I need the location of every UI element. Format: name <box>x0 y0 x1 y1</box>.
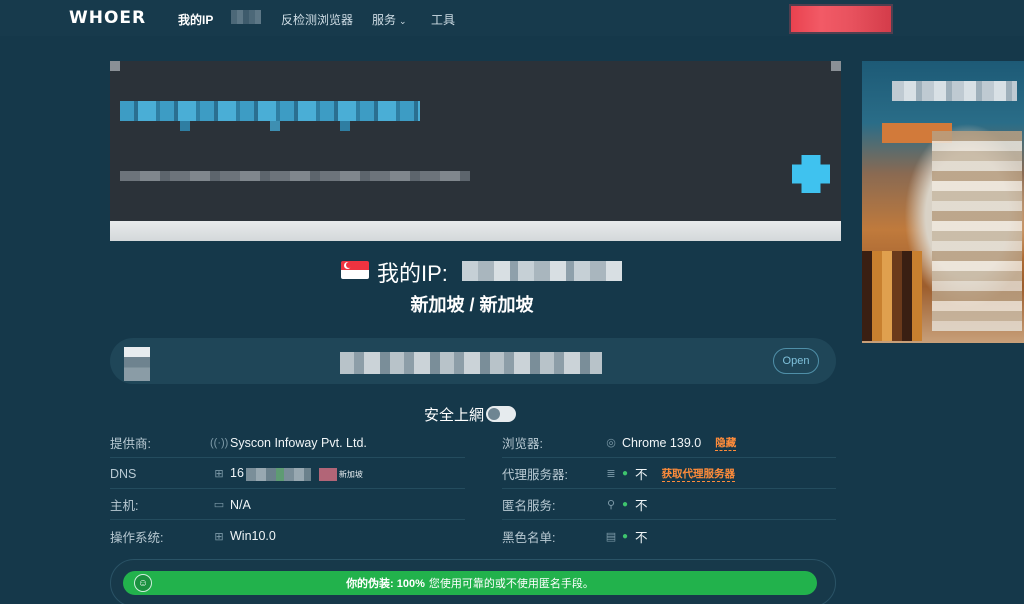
info-key: DNS <box>110 466 137 481</box>
info-value: 不 <box>635 468 648 482</box>
nav-item-my-ip[interactable]: 我的IP <box>178 11 213 28</box>
info-key: 代理服务器: <box>502 468 568 482</box>
info-key: 主机: <box>110 499 139 513</box>
info-key: 黑色名单: <box>502 530 556 545</box>
toggle-knob <box>488 408 500 420</box>
disguise-message: 您使用可靠的或不使用匿名手段。 <box>428 578 594 590</box>
banner-subtitle-redacted <box>120 171 470 181</box>
info-value: Syscon Infoway Pvt. Ltd. <box>230 435 367 450</box>
broadcast-icon: ((·)) <box>210 436 229 449</box>
info-key: 操作系统: <box>110 530 164 545</box>
get-proxy-link[interactable]: 获取代理服务器 <box>661 466 736 482</box>
banner-title-redacted <box>120 121 420 131</box>
info-row-proxy: 代理服务器: ≣ ● 不 获取代理服务器 <box>502 459 836 489</box>
info-row-os: 操作系统: ⊞ Win10.0 <box>110 521 465 551</box>
dns-redacted <box>318 467 337 481</box>
ip-address-redacted <box>462 261 622 281</box>
status-dot-green: ● <box>622 530 629 542</box>
list-icon: ▤ <box>605 530 617 543</box>
ip-label: 我的IP: <box>377 261 448 286</box>
user-icon: ⚲ <box>606 499 616 511</box>
dns-redacted <box>245 467 311 481</box>
info-row-blacklist: 黑色名单: ▤ ● 不 <box>502 521 836 551</box>
banner-footer-strip <box>110 221 841 241</box>
status-dot-green: ● <box>622 468 629 479</box>
nav-item-antidetect-browser[interactable]: 反检测浏览器 <box>281 11 353 28</box>
singapore-flag-icon <box>341 261 369 279</box>
info-row-anonymizer: 匿名服务: ⚲ ● 不 <box>502 490 836 520</box>
windows-icon: ⊞ <box>214 530 224 543</box>
hide-link[interactable]: 隐藏 <box>715 435 737 451</box>
nav-item-services-label: 服务 <box>372 13 397 27</box>
info-row-browser: 浏览器: ◎ Chrome 139.0 隐藏 <box>502 428 836 458</box>
info-value: N/A <box>230 497 251 512</box>
database-icon: ≣ <box>606 468 616 480</box>
ip-location: 新加坡 / 新加坡 <box>410 295 534 315</box>
nav-item-tools[interactable]: 工具 <box>431 11 455 28</box>
info-key: 提供商: <box>110 437 151 451</box>
banner-title-redacted <box>120 101 420 121</box>
banner-corner <box>831 61 841 71</box>
chrome-icon: ◎ <box>606 437 616 449</box>
info-row-dns: DNS ⊞ 16 新加坡 <box>110 459 465 489</box>
info-value: 16 新加坡 <box>230 466 363 481</box>
nav-item-redacted[interactable] <box>231 10 261 24</box>
logo[interactable]: WHOER <box>69 8 146 28</box>
dns-prefix: 16 <box>230 466 244 481</box>
open-button[interactable]: Open <box>773 348 819 374</box>
safe-browsing-label: 安全上網 <box>424 407 485 424</box>
address-bar: Open <box>110 338 836 384</box>
address-icon-redacted <box>124 347 150 381</box>
address-text-redacted <box>340 352 602 374</box>
disguise-status-bar: ☺ 你的伪装: 100% 您使用可靠的或不使用匿名手段。 <box>123 571 817 595</box>
side-ad-title-redacted <box>892 81 1017 101</box>
top-nav: WHOER 我的IP 反检测浏览器 服务 ⌄ 工具 <box>0 0 1024 36</box>
info-value: Win10.0 <box>230 529 276 543</box>
info-row-host: 主机: ▭ N/A <box>110 490 465 520</box>
info-key: 浏览器: <box>502 437 543 451</box>
nav-item-services[interactable]: 服务 ⌄ <box>372 11 407 28</box>
safe-browsing-toggle[interactable] <box>486 406 516 422</box>
banner-ad[interactable] <box>110 61 841 241</box>
dns-country: 新加坡 <box>338 470 363 480</box>
nav-cta-button-redacted[interactable] <box>791 6 891 32</box>
chevron-down-icon: ⌄ <box>399 16 407 26</box>
disguise-status-panel: ☺ 你的伪装: 100% 您使用可靠的或不使用匿名手段。 <box>110 559 836 604</box>
network-icon: ⊞ <box>214 468 224 480</box>
info-value: Chrome 139.0 <box>622 435 702 450</box>
info-value: 不 <box>635 499 648 513</box>
info-row-provider: 提供商: ((·)) Syscon Infoway Pvt. Ltd. <box>110 428 465 458</box>
monitor-icon: ▭ <box>213 499 225 511</box>
banner-corner <box>110 61 120 71</box>
disguise-score: 你的伪装: 100% <box>346 578 425 590</box>
status-dot-green: ● <box>622 499 629 510</box>
mask-icon: ☺ <box>134 574 152 592</box>
info-key: 匿名服务: <box>502 499 556 513</box>
side-ad-image <box>932 131 1022 331</box>
plus-icon <box>792 155 830 193</box>
info-value: 不 <box>635 530 648 545</box>
